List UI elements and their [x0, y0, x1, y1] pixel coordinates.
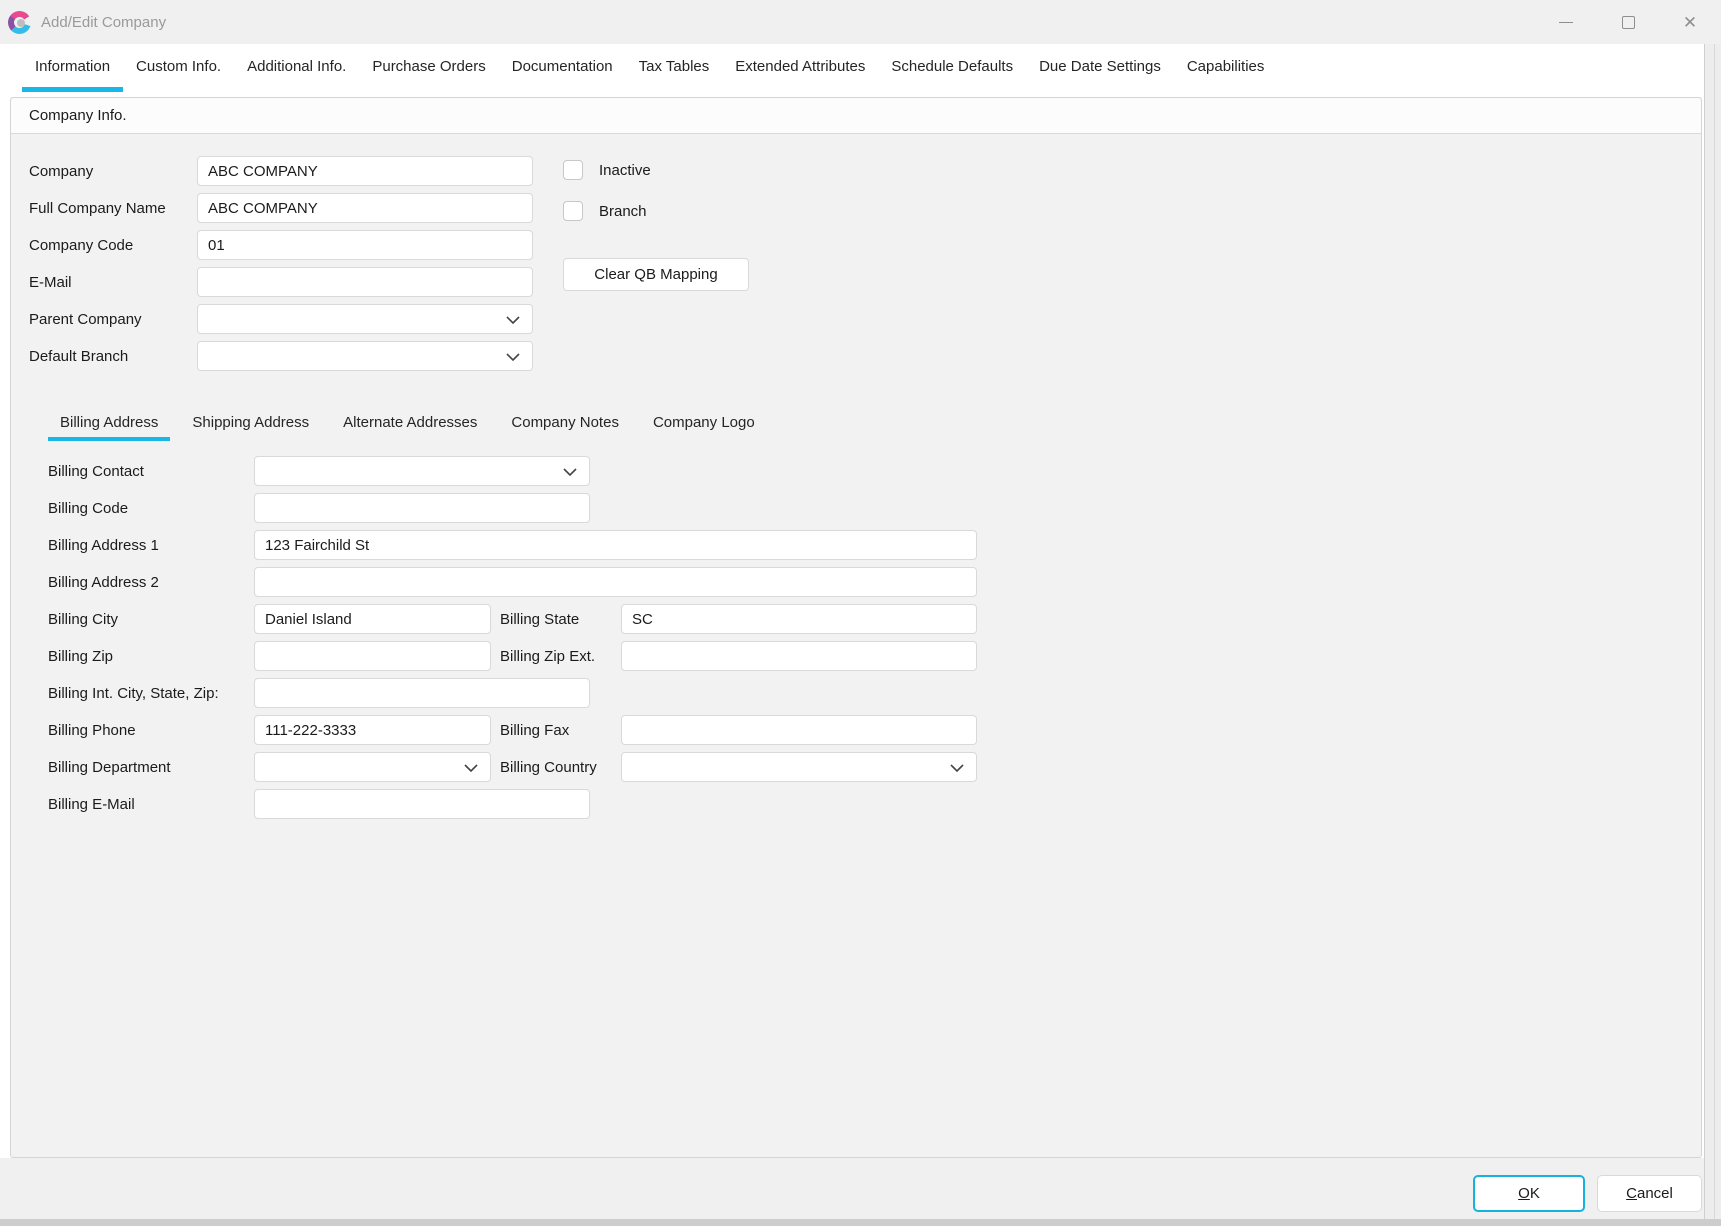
footer-bar: OK Cancel: [0, 1158, 1721, 1226]
branch-label: Branch: [599, 203, 647, 220]
clear-qb-mapping-button[interactable]: Clear QB Mapping: [563, 258, 749, 291]
billing-city-input[interactable]: [254, 604, 491, 634]
right-edge-gutter: [1704, 44, 1721, 1220]
parent-company-select[interactable]: [197, 304, 533, 334]
inactive-checkbox[interactable]: [563, 160, 583, 180]
billing-address1-input[interactable]: [254, 530, 977, 560]
chevron-down-icon: [563, 468, 577, 476]
inactive-label: Inactive: [599, 162, 651, 179]
close-icon: ✕: [1683, 14, 1697, 31]
close-button[interactable]: ✕: [1659, 0, 1721, 44]
billing-phone-input[interactable]: [254, 715, 491, 745]
tab-documentation[interactable]: Documentation: [499, 44, 626, 92]
billing-address2-label: Billing Address 2: [48, 574, 254, 591]
billing-email-input[interactable]: [254, 789, 590, 819]
billing-country-select[interactable]: [621, 752, 977, 782]
subtab-company-logo[interactable]: Company Logo: [641, 411, 767, 441]
billing-department-select[interactable]: [254, 752, 491, 782]
default-branch-label: Default Branch: [29, 348, 197, 365]
tab-extended-attributes[interactable]: Extended Attributes: [722, 44, 878, 92]
billing-phone-label: Billing Phone: [48, 722, 254, 739]
billing-int-city-state-zip-input[interactable]: [254, 678, 590, 708]
full-company-name-input[interactable]: [197, 193, 533, 223]
billing-zip-label: Billing Zip: [48, 648, 254, 665]
subtab-alternate-addresses[interactable]: Alternate Addresses: [331, 411, 489, 441]
email-label: E-Mail: [29, 274, 197, 291]
tab-purchase-orders[interactable]: Purchase Orders: [359, 44, 498, 92]
subtab-billing-address[interactable]: Billing Address: [48, 411, 170, 441]
billing-fax-label: Billing Fax: [491, 722, 621, 739]
chevron-down-icon: [464, 764, 478, 772]
maximize-icon: [1622, 16, 1635, 29]
tab-due-date-settings[interactable]: Due Date Settings: [1026, 44, 1174, 92]
default-branch-select[interactable]: [197, 341, 533, 371]
billing-zip-input[interactable]: [254, 641, 491, 671]
minimize-button[interactable]: [1535, 0, 1597, 44]
subtab-company-notes[interactable]: Company Notes: [499, 411, 631, 441]
chevron-down-icon: [506, 316, 520, 324]
maximize-button[interactable]: [1597, 0, 1659, 44]
tab-capabilities[interactable]: Capabilities: [1174, 44, 1278, 92]
billing-city-label: Billing City: [48, 611, 254, 628]
parent-company-label: Parent Company: [29, 311, 197, 328]
minimize-icon: [1559, 22, 1573, 23]
address-tabstrip: Billing Address Shipping Address Alterna…: [48, 411, 777, 441]
branch-checkbox[interactable]: [563, 201, 583, 221]
app-logo-icon: [8, 11, 31, 34]
billing-state-input[interactable]: [621, 604, 977, 634]
billing-zip-ext-input[interactable]: [621, 641, 977, 671]
billing-country-label: Billing Country: [491, 759, 621, 776]
billing-department-label: Billing Department: [48, 759, 254, 776]
cancel-button[interactable]: Cancel: [1597, 1175, 1702, 1212]
company-input[interactable]: [197, 156, 533, 186]
window-bottom-edge: [0, 1219, 1721, 1226]
chevron-down-icon: [506, 353, 520, 361]
billing-contact-label: Billing Contact: [48, 463, 254, 480]
email-input[interactable]: [197, 267, 533, 297]
tab-additional-info[interactable]: Additional Info.: [234, 44, 359, 92]
billing-code-input[interactable]: [254, 493, 590, 523]
chevron-down-icon: [950, 764, 964, 772]
billing-address1-label: Billing Address 1: [48, 537, 254, 554]
tab-schedule-defaults[interactable]: Schedule Defaults: [878, 44, 1026, 92]
company-code-label: Company Code: [29, 237, 197, 254]
full-company-name-label: Full Company Name: [29, 200, 197, 217]
subtab-shipping-address[interactable]: Shipping Address: [180, 411, 321, 441]
billing-int-city-state-zip-label: Billing Int. City, State, Zip:: [48, 685, 254, 702]
titlebar: Add/Edit Company ✕: [0, 0, 1721, 44]
company-label: Company: [29, 163, 197, 180]
company-code-input[interactable]: [197, 230, 533, 260]
billing-address2-input[interactable]: [254, 567, 977, 597]
window-title: Add/Edit Company: [41, 14, 166, 31]
billing-zip-ext-label: Billing Zip Ext.: [491, 648, 621, 665]
ok-button[interactable]: OK: [1473, 1175, 1585, 1212]
tab-tax-tables[interactable]: Tax Tables: [626, 44, 723, 92]
billing-email-label: Billing E-Mail: [48, 796, 254, 813]
main-tabstrip: Information Custom Info. Additional Info…: [0, 44, 1704, 92]
billing-fax-input[interactable]: [621, 715, 977, 745]
company-info-panel: Company Info. Company Full Company Name …: [10, 97, 1702, 1158]
tab-custom-info[interactable]: Custom Info.: [123, 44, 234, 92]
billing-state-label: Billing State: [491, 611, 621, 628]
panel-header: Company Info.: [11, 98, 1701, 134]
tab-information[interactable]: Information: [22, 44, 123, 92]
billing-code-label: Billing Code: [48, 500, 254, 517]
billing-contact-select[interactable]: [254, 456, 590, 486]
